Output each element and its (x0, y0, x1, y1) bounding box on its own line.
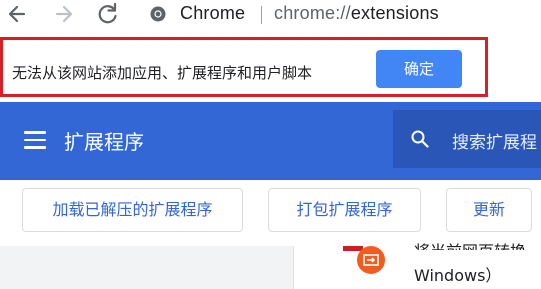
reload-button[interactable] (94, 0, 122, 28)
omnibox-divider (261, 6, 262, 24)
extension-description: 将当前网页转换 (414, 238, 526, 250)
pack-extension-button[interactable]: 打包扩展程序 (268, 188, 421, 232)
reload-icon (98, 2, 117, 24)
url-host: extensions (350, 3, 439, 23)
ok-button[interactable]: 确定 (376, 50, 462, 88)
extension-logo-icon (357, 246, 385, 274)
arrow-left-icon (8, 5, 26, 23)
forward-button[interactable] (50, 0, 78, 28)
notice-message: 无法从该网站添加应用、扩展程序和用户脚本 (12, 64, 313, 82)
arrow-right-icon (55, 5, 73, 23)
load-unpacked-button[interactable]: 加载已解压的扩展程序 (22, 188, 243, 232)
site-label: Chrome (180, 3, 246, 23)
url-scheme: chrome:// (274, 3, 351, 23)
browser-toolbar: Chrome chrome://extensions (0, 0, 541, 30)
update-button[interactable]: 更新 (446, 188, 532, 232)
search-input[interactable]: 搜索扩展程 (452, 128, 537, 153)
extension-description-cont: Windows） (414, 266, 502, 285)
hamburger-menu-icon[interactable] (24, 131, 46, 149)
search-icon[interactable] (411, 130, 429, 148)
address-bar[interactable]: chrome://extensions (274, 3, 439, 24)
page-title: 扩展程序 (64, 130, 144, 154)
back-button[interactable] (4, 0, 32, 28)
chrome-icon[interactable] (150, 6, 166, 22)
